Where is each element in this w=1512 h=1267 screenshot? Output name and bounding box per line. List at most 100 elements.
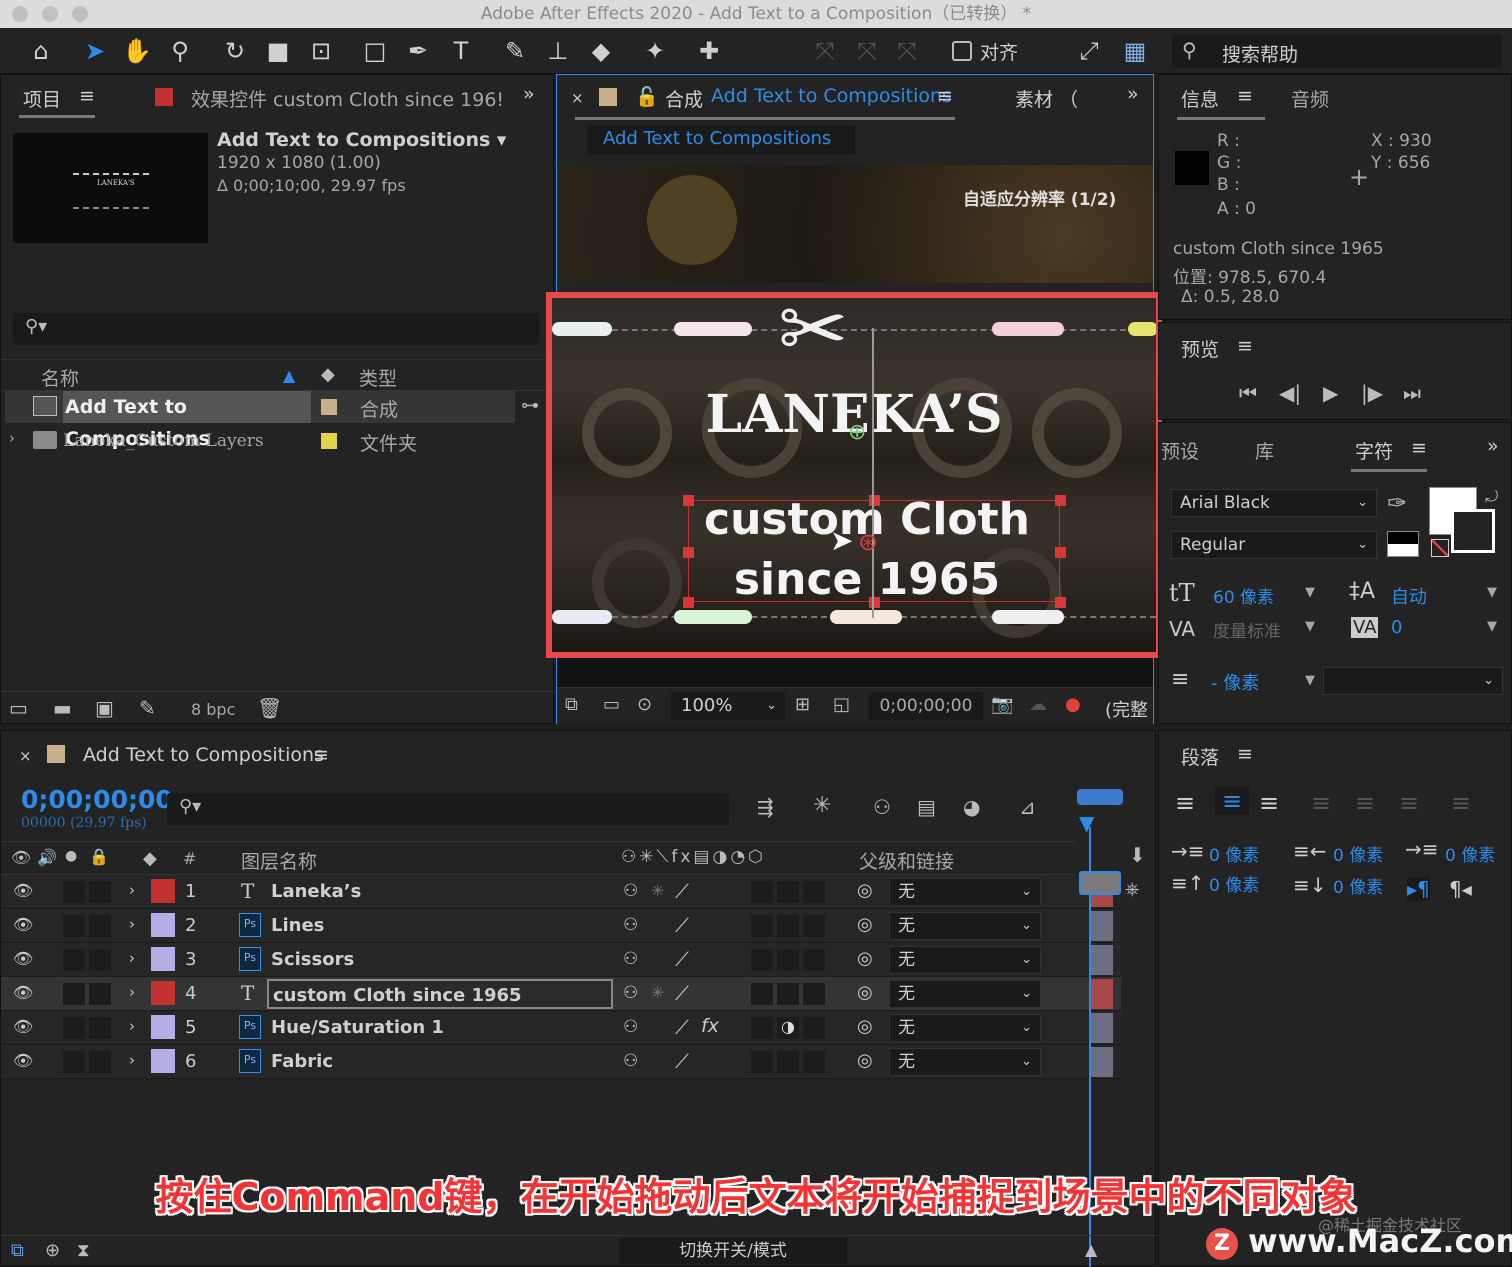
adjustment-layer-switch[interactable] (777, 881, 799, 903)
last-frame-icon[interactable]: ⏭ (1403, 381, 1421, 405)
3d-layer-switch[interactable] (803, 1017, 825, 1039)
work-area-bar[interactable] (1077, 789, 1123, 805)
pan-behind-tool-icon[interactable]: ⊡ (304, 34, 338, 68)
timeline-timecode[interactable]: 0;00;00;00 (21, 785, 173, 814)
adjustment-layer-switch[interactable] (777, 983, 799, 1005)
workspace-icon[interactable]: ▦ (1118, 34, 1152, 68)
motion-blur-switch[interactable] (751, 1017, 773, 1039)
layer-row[interactable]: 👁 › 1 T Laneka’s ⚇ ✳ ⟋ ◎ 无 ⌄ (1, 875, 1121, 909)
expand-arrow-icon[interactable]: › (129, 1017, 135, 1035)
stretch-icon[interactable]: ⧗ (77, 1240, 90, 1261)
motion-blur-switch[interactable] (751, 915, 773, 937)
label-tag-icon[interactable]: ◆ (321, 364, 335, 385)
local-axis-icon[interactable]: ⤧ (808, 34, 842, 68)
quality-dropdown[interactable]: (完整 (1105, 696, 1148, 722)
align-left-icon[interactable]: ≡ (1175, 789, 1195, 817)
layer-duration-bar-header[interactable] (1079, 871, 1121, 895)
adjustment-layer-switch[interactable] (777, 1051, 799, 1073)
expand-arrow-icon[interactable]: › (129, 915, 135, 933)
shy-switch-icon[interactable]: ⚇ (623, 915, 638, 935)
layer-label-color[interactable] (151, 981, 175, 1005)
3d-layer-switch[interactable] (803, 1051, 825, 1073)
close-tab-icon[interactable]: × (571, 89, 584, 107)
eraser-tool-icon[interactable]: ◆ (584, 34, 618, 68)
quality-switch-icon[interactable]: ⟋ (675, 879, 689, 903)
expand-arrow-icon[interactable]: › (129, 1051, 135, 1069)
eye-icon[interactable]: 👁 (13, 949, 33, 968)
pick-whip-icon[interactable]: ◎ (857, 948, 873, 969)
parent-dropdown[interactable]: 无 ⌄ (889, 878, 1041, 906)
layer-name[interactable]: Hue/Saturation 1 (267, 1013, 607, 1043)
bit-depth-button[interactable]: 8 bpc (191, 700, 235, 719)
pick-whip-icon[interactable]: ◎ (857, 1050, 873, 1071)
solo-switch[interactable] (63, 1017, 85, 1039)
justify-all-icon[interactable]: ≡ (1451, 789, 1471, 817)
parent-dropdown[interactable]: 无 ⌄ (889, 912, 1041, 940)
paragraph-menu-icon[interactable]: ≡ (1237, 743, 1253, 765)
pick-whip-icon[interactable]: ◎ (857, 914, 873, 935)
pick-whip-icon[interactable]: ◎ (857, 1016, 873, 1037)
audio-toggle-icon[interactable]: 🔊 (37, 848, 57, 867)
trash-icon[interactable]: 🗑 (257, 696, 282, 720)
layer-name[interactable]: Fabric (267, 1047, 607, 1077)
solo-toggle-icon[interactable]: ● (65, 848, 77, 864)
clone-stamp-tool-icon[interactable]: ⊥ (541, 34, 575, 68)
tab-project[interactable]: 项目 (23, 85, 61, 112)
view-axis-icon[interactable]: ⤧ (890, 34, 924, 68)
frame-blending-icon[interactable]: ▤ (917, 795, 936, 819)
shy-switch-icon[interactable]: ⚇ (623, 881, 638, 901)
comp-mini-flowchart-icon[interactable]: ⇶ (757, 795, 774, 819)
world-axis-icon[interactable]: ⤧ (850, 34, 884, 68)
tab-library[interactable]: 库 (1255, 437, 1274, 464)
layer-label-color[interactable] (151, 879, 175, 903)
comp-marker-icon[interactable]: ⬇ (1129, 843, 1146, 867)
eye-icon[interactable]: 👁 (13, 983, 33, 1002)
solo-switch[interactable] (63, 915, 85, 937)
grid-guides-icon[interactable]: ⊞ (795, 694, 810, 715)
indent-left-value[interactable]: 0 像素 (1209, 841, 1259, 866)
lock-switch[interactable] (89, 881, 111, 903)
pick-whip-icon[interactable]: ◎ (857, 982, 873, 1003)
indent-first-line-value[interactable]: 0 像素 (1445, 841, 1495, 866)
pick-whip-icon[interactable]: ◎ (857, 880, 873, 901)
character-menu-icon[interactable]: ≡ (1411, 437, 1427, 459)
column-name-header[interactable]: 名称 (41, 364, 79, 391)
layer-name[interactable]: Laneka’s (267, 877, 607, 907)
layer-name[interactable]: Lines (267, 911, 607, 941)
camera-tool-icon[interactable]: ■ (261, 34, 295, 68)
tracking-value[interactable]: 0 (1391, 617, 1402, 638)
timeline-tab[interactable]: Add Text to Compositions (83, 744, 324, 766)
shy-switch-icon[interactable]: ⚇ (623, 949, 638, 969)
chevron-down-icon[interactable]: ▼ (1487, 585, 1497, 600)
quality-switch-icon[interactable]: ⟋ (675, 947, 689, 971)
justify-last-left-icon[interactable]: ≡ (1311, 789, 1331, 817)
expand-arrow-icon[interactable]: › (9, 429, 15, 447)
flowchart-icon[interactable]: ⊶ (521, 395, 539, 416)
tab-info[interactable]: 信息 (1181, 85, 1219, 112)
comp-button-icon[interactable]: ⎈ (1125, 879, 1139, 900)
parent-dropdown[interactable]: 无 ⌄ (889, 946, 1041, 974)
motion-blur-switch[interactable] (751, 949, 773, 971)
font-style-dropdown[interactable]: Regular ⌄ (1171, 531, 1377, 559)
column-parent-header[interactable]: 父级和链接 (859, 847, 954, 874)
layer-row[interactable]: 👁 › 6 Ps Fabric ⚇ ⟋ ◎ 无 ⌄ (1, 1045, 1121, 1079)
column-layer-name-header[interactable]: 图层名称 (241, 847, 317, 874)
layer-row[interactable]: 👁 › 2 Ps Lines ⚇ ⟋ ◎ 无 ⌄ (1, 909, 1121, 943)
zoom-window-button[interactable] (72, 6, 88, 22)
expand-arrow-icon[interactable]: › (129, 983, 135, 1001)
solo-switch[interactable] (63, 949, 85, 971)
layer-name[interactable]: Scissors (267, 945, 607, 975)
monitor-icon[interactable]: ▭ (603, 694, 620, 715)
align-right-icon[interactable]: ≡ (1259, 789, 1279, 817)
next-frame-icon[interactable]: |▶ (1361, 381, 1383, 405)
text-anchor-icon[interactable]: ⊛ (858, 528, 878, 556)
label-column-icon[interactable]: ◆ (143, 848, 157, 869)
pen-tool-icon[interactable]: ✒ (401, 34, 435, 68)
effect-switch-icon[interactable]: fx (701, 1015, 719, 1037)
shy-switch-icon[interactable]: ⚇ (623, 1051, 638, 1071)
sort-ascending-icon[interactable]: ▲ (283, 366, 295, 385)
zoom-out-icon[interactable]: ▲ (1085, 1240, 1097, 1259)
font-size-value[interactable]: 60 像素 (1213, 583, 1274, 608)
tab-effect-controls[interactable]: 效果控件 custom Cloth since 196! (191, 85, 504, 112)
project-item-row[interactable]: Add Text to Compositions 合成 (5, 391, 515, 450)
